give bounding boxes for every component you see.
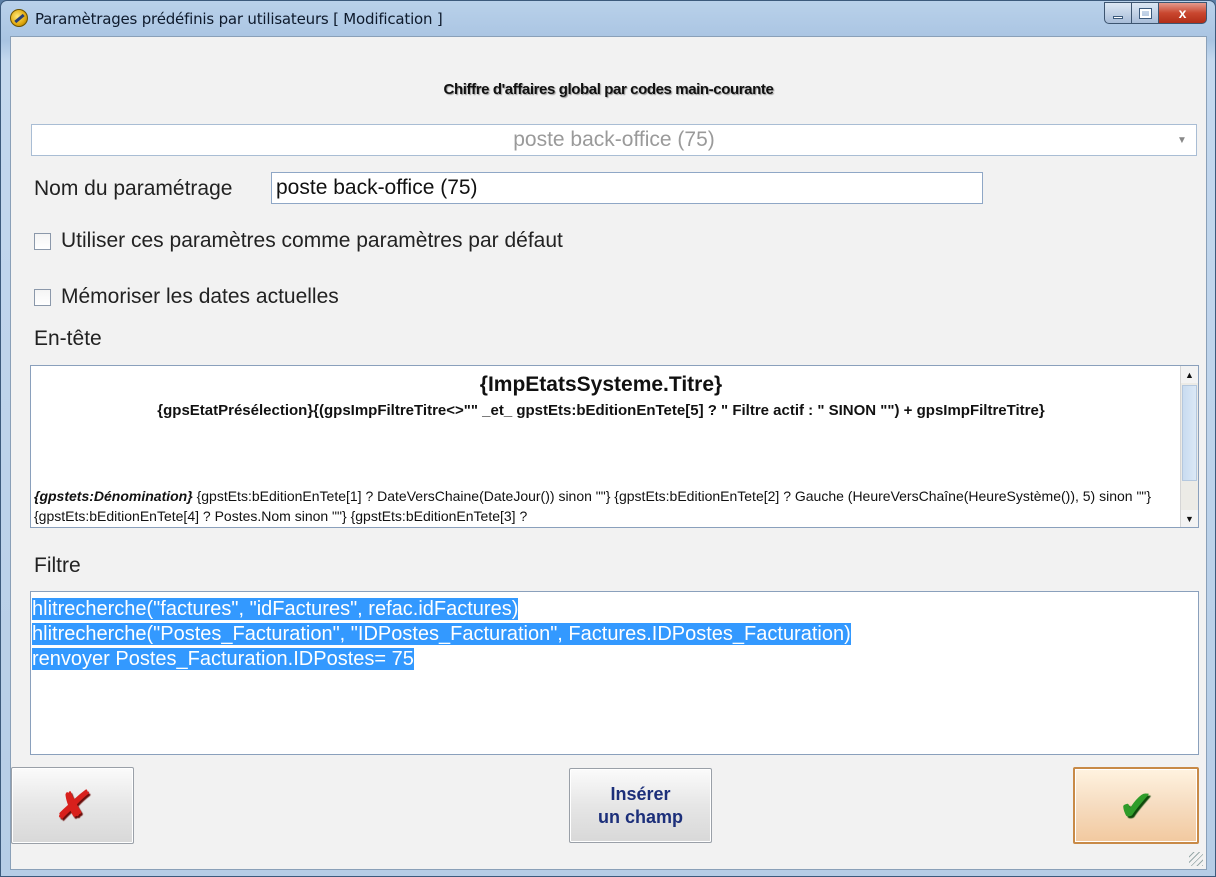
header-body-rest: {gpstEts:bEditionEnTete[1] ? DateVersCha… [34, 488, 1152, 524]
header-sub-line: {gpsEtatPrésélection}{(gpsImpFiltreTitre… [157, 402, 1045, 419]
insert-field-label-1: Insérer [610, 783, 671, 804]
check-icon: ✔ [1118, 781, 1154, 830]
default-params-option[interactable]: Utiliser ces paramètres comme paramètres… [34, 229, 563, 253]
default-params-label: Utiliser ces paramètres comme paramètres… [61, 229, 563, 252]
preset-select[interactable]: poste back-office (75) ▼ [31, 124, 1197, 156]
header-body-text: {gpstets:Dénomination} {gpstEts:bEdition… [34, 486, 1174, 526]
close-button[interactable]: x [1159, 2, 1207, 24]
header-scrollbar[interactable]: ▲ ▼ [1180, 366, 1198, 527]
insert-field-label-2: un champ [597, 806, 683, 827]
maximize-icon [1138, 7, 1152, 19]
memorize-dates-checkbox[interactable] [34, 288, 51, 306]
app-icon [10, 9, 28, 27]
report-title: Chiffre d'affaires global par codes main… [443, 81, 774, 98]
dialog-window: Paramètrages prédéfinis par utilisateurs… [0, 0, 1216, 877]
header-section-label: En-tête [34, 327, 102, 350]
cancel-button[interactable]: ✘ [11, 767, 134, 844]
minimize-icon [1113, 15, 1123, 19]
filter-line: renvoyer Postes_Facturation.IDPostes= 75 [32, 648, 414, 670]
scroll-up-icon[interactable]: ▲ [1181, 366, 1198, 383]
scroll-thumb[interactable] [1182, 385, 1197, 481]
maximize-button[interactable] [1132, 2, 1159, 24]
header-editor[interactable]: {ImpEtatsSysteme.Titre} {gpsEtatPrésélec… [30, 365, 1199, 528]
title-bar[interactable]: Paramètrages prédéfinis par utilisateurs… [1, 1, 1215, 33]
dialog-client-area: Chiffre d'affaires global par codes main… [10, 36, 1207, 870]
filter-editor[interactable]: hlitrecherche("factures", "idFactures", … [30, 591, 1199, 755]
header-title-line: {ImpEtatsSysteme.Titre} [479, 373, 723, 396]
scroll-down-icon[interactable]: ▼ [1181, 510, 1198, 527]
preset-select-value: poste back-office (75) [513, 128, 715, 151]
memorize-dates-label: Mémoriser les dates actuelles [61, 285, 339, 308]
close-icon: x [1178, 5, 1187, 21]
default-params-checkbox[interactable] [34, 232, 51, 250]
window-controls: x [1104, 2, 1207, 24]
chevron-down-icon[interactable]: ▼ [1172, 129, 1192, 151]
memorize-dates-option[interactable]: Mémoriser les dates actuelles [34, 285, 339, 309]
cancel-icon: ✘ [50, 782, 95, 829]
insert-field-button[interactable]: Insérer un champ [569, 768, 712, 843]
filter-section-label: Filtre [34, 554, 81, 577]
validate-button[interactable]: ✔ [1073, 767, 1199, 844]
resize-grip-icon[interactable] [1189, 852, 1203, 866]
filter-line: hlitrecherche("factures", "idFactures", … [32, 598, 519, 620]
minimize-button[interactable] [1104, 2, 1132, 24]
name-field-label: Nom du paramétrage [34, 177, 233, 200]
header-body-bold: {gpstets:Dénomination} [34, 488, 193, 504]
filter-line: hlitrecherche("Postes_Facturation", "IDP… [32, 623, 851, 645]
window-title: Paramètrages prédéfinis par utilisateurs… [35, 10, 443, 28]
name-field[interactable] [271, 172, 983, 204]
